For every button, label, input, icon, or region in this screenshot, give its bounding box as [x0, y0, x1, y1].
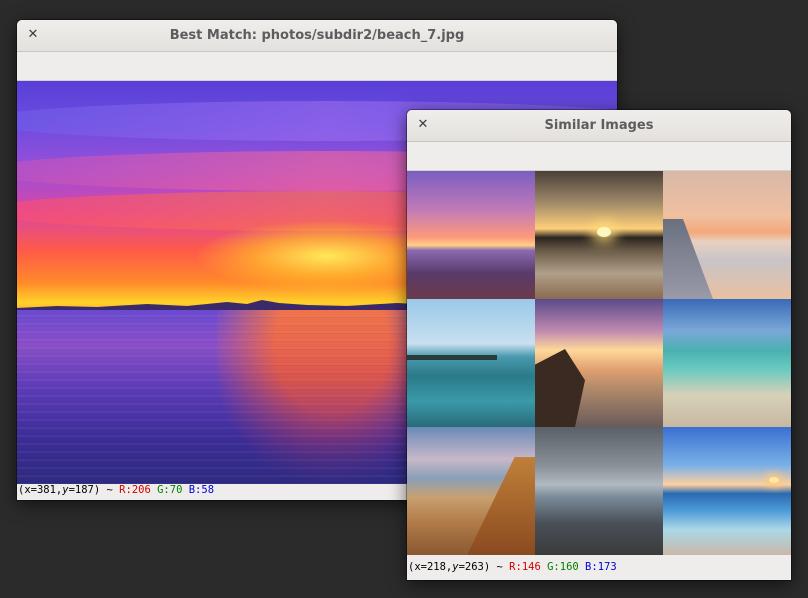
red-value: R:146: [509, 561, 541, 573]
coord-x: (x=218,: [408, 561, 453, 573]
green-value: G:70: [157, 484, 183, 496]
similar-images-window: ✕ Similar Images (x=218,y=263) ~ R:146 G…: [407, 110, 791, 580]
coord-y: =263) ~: [458, 561, 510, 573]
thumbnail[interactable]: [407, 299, 535, 427]
similar-titlebar[interactable]: ✕ Similar Images: [407, 110, 791, 142]
thumbnail[interactable]: [663, 299, 791, 427]
best-match-titlebar[interactable]: ✕ Best Match: photos/subdir2/beach_7.jpg: [17, 20, 617, 52]
red-value: R:206: [119, 484, 151, 496]
thumbnail[interactable]: [407, 171, 535, 299]
thumbnail[interactable]: [407, 427, 535, 555]
blue-value: B:173: [585, 561, 617, 573]
toolbar: [17, 52, 617, 81]
thumbnail[interactable]: [663, 427, 791, 555]
window-title: Best Match: photos/subdir2/beach_7.jpg: [169, 28, 465, 43]
thumbnail-grid: [407, 171, 791, 555]
thumbnail[interactable]: [663, 171, 791, 299]
thumbnail[interactable]: [535, 171, 663, 299]
thumbnail[interactable]: [535, 427, 663, 555]
green-value: G:160: [547, 561, 579, 573]
pixel-readout: (x=218,y=263) ~ R:146 G:160 B:173: [407, 561, 617, 574]
coord-y: =187) ~: [68, 484, 120, 496]
blue-value: B:58: [188, 484, 215, 496]
thumbnail[interactable]: [535, 299, 663, 427]
window-title: Similar Images: [544, 118, 654, 133]
toolbar: [407, 142, 791, 171]
coord-x: (x=381,: [18, 484, 63, 496]
